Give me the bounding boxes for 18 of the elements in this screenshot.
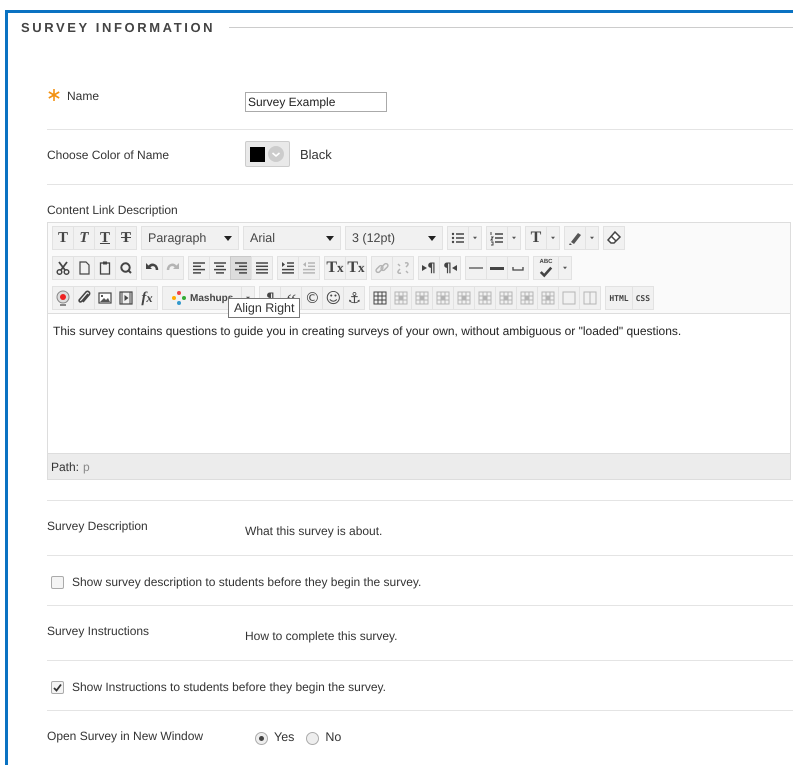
field-value: What this survey is about.: [245, 524, 382, 538]
editor-text: This survey contains questions to guide you in creating surveys of your own, without ambiguous or "loaded" questions.: [53, 324, 682, 338]
field-label: Open Survey in New Window: [47, 728, 204, 744]
field-label: Survey Description: [47, 518, 148, 534]
checkbox-label: Show survey description to students before they begin the survey.: [72, 575, 422, 589]
field-value: How to complete this survey.: [245, 629, 398, 643]
checkbox-label: Show Instructions to students before they begin the survey.: [72, 680, 386, 694]
path-value: p: [83, 460, 90, 474]
path-label: Path:: [51, 460, 80, 474]
radio-label: Yes: [274, 730, 294, 744]
field-label: Name: [67, 88, 100, 104]
field-label: Choose Color of Name: [47, 147, 170, 163]
field-label: Survey Instructions: [47, 623, 150, 639]
radio-label: No: [325, 730, 342, 744]
section-title: SURVEY INFORMATION: [21, 20, 216, 35]
color-name: Black: [300, 146, 332, 162]
tooltip: Align Right: [228, 298, 300, 318]
field-label: Content Link Description: [47, 202, 178, 218]
